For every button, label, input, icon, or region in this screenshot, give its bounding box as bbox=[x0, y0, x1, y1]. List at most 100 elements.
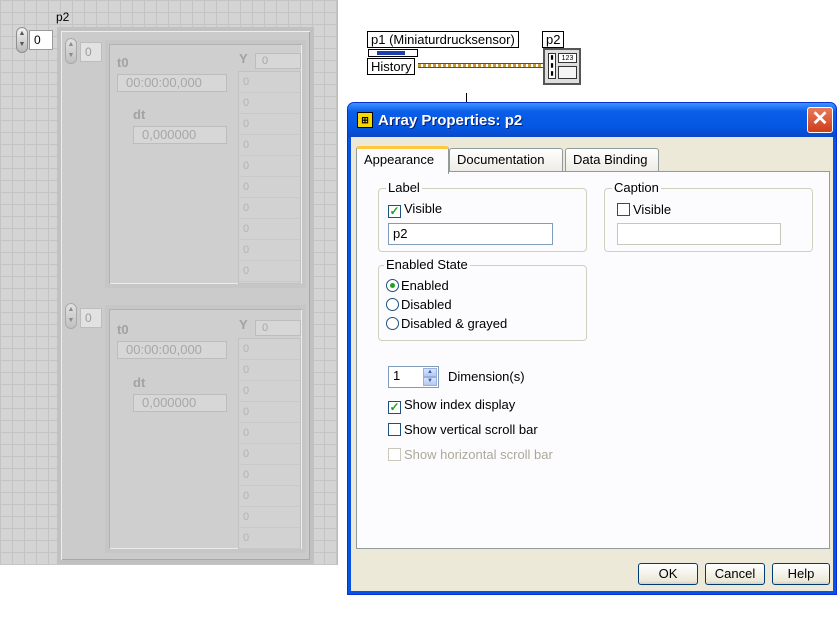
y-cell[interactable]: 0 bbox=[239, 135, 300, 156]
checkmark-icon: ✓ bbox=[388, 400, 401, 414]
y-label-top: Y bbox=[239, 51, 248, 66]
y-cell[interactable]: 0 bbox=[239, 360, 300, 381]
radio-enabled-label: Enabled bbox=[401, 278, 449, 293]
show-index-display-checkbox[interactable]: ✓ Show index display bbox=[388, 397, 516, 414]
checkbox-empty-icon bbox=[617, 203, 630, 216]
inner-index-field-bottom[interactable]: 0 bbox=[80, 308, 102, 328]
y-cell[interactable]: 0 bbox=[239, 177, 300, 198]
radio-unselected-icon bbox=[386, 317, 399, 330]
show-index-display-label: Show index display bbox=[404, 397, 516, 412]
dialog-titlebar[interactable]: ⊞ Array Properties: p2 ✕ bbox=[348, 103, 836, 137]
y-cell[interactable]: 0 bbox=[239, 381, 300, 402]
y-cell[interactable]: 0 bbox=[239, 465, 300, 486]
source-node-label[interactable]: p1 (Miniaturdrucksensor) bbox=[367, 31, 519, 48]
radio-selected-icon bbox=[386, 279, 399, 292]
caption-text-field[interactable] bbox=[617, 223, 781, 245]
property-node-label[interactable]: History bbox=[367, 58, 416, 75]
t0-label-bottom: t0 bbox=[117, 322, 129, 337]
radio-disabled-grayed[interactable]: Disabled & grayed bbox=[386, 316, 507, 332]
y-cell[interactable]: 0 bbox=[239, 156, 300, 177]
caption-group-title: Caption bbox=[612, 180, 661, 196]
tab-appearance[interactable]: Appearance bbox=[356, 146, 449, 174]
show-vertical-scroll-label: Show vertical scroll bar bbox=[404, 422, 538, 437]
close-button[interactable]: ✕ bbox=[807, 107, 833, 133]
tab-documentation[interactable]: Documentation bbox=[449, 148, 563, 172]
y-cell[interactable]: 0 bbox=[239, 423, 300, 444]
labview-icon: ⊞ bbox=[357, 112, 373, 128]
dt-field-bottom[interactable]: 0,000000 bbox=[133, 394, 227, 412]
checkbox-empty-icon bbox=[388, 423, 401, 436]
ok-button[interactable]: OK bbox=[638, 563, 698, 585]
dialog-title: Array Properties: p2 bbox=[378, 112, 523, 129]
y-array-bottom: 0 0 0 0 0 0 0 0 0 0 bbox=[238, 338, 301, 549]
y-index-bottom[interactable]: 0 bbox=[255, 320, 301, 336]
y-array-top: 0 0 0 0 0 0 0 0 0 0 bbox=[238, 71, 301, 284]
show-vertical-scroll-checkbox[interactable]: Show vertical scroll bar bbox=[388, 422, 538, 438]
y-label-bottom: Y bbox=[239, 317, 248, 332]
inner-index-stepper-bottom[interactable]: ▲ ▼ bbox=[65, 303, 77, 329]
spin-down-icon[interactable]: ▼ bbox=[423, 377, 437, 386]
array-properties-dialog: ⊞ Array Properties: p2 ✕ Appearance Docu… bbox=[347, 102, 837, 595]
cancel-button[interactable]: Cancel bbox=[705, 563, 765, 585]
numeric-mini-icon: 123 bbox=[558, 53, 577, 63]
waveform-cluster-top: t0 00:00:00,000 dt 0,000000 Y 0 0 0 0 0 … bbox=[105, 40, 306, 288]
help-button[interactable]: Help bbox=[772, 563, 830, 585]
cluster-mini-icon bbox=[558, 66, 577, 79]
array-terminal-icon[interactable]: ▮ ▮ ▮ 123 bbox=[543, 48, 581, 85]
checkbox-disabled-icon bbox=[388, 448, 401, 461]
caption-visible-checkbox[interactable]: Visible bbox=[617, 202, 671, 218]
y-index-top[interactable]: 0 bbox=[255, 53, 301, 69]
t0-label-top: t0 bbox=[117, 55, 129, 70]
label-text-field[interactable]: p2 bbox=[388, 223, 553, 245]
y-cell[interactable]: 0 bbox=[239, 402, 300, 423]
y-cell[interactable]: 0 bbox=[239, 507, 300, 528]
dialog-client: Appearance Documentation Data Binding La… bbox=[351, 137, 833, 591]
dimensions-spinner[interactable]: 1 ▲ ▼ bbox=[388, 366, 439, 388]
y-cell[interactable]: 0 bbox=[239, 240, 300, 261]
y-cell[interactable]: 0 bbox=[239, 528, 300, 549]
property-node-header[interactable] bbox=[368, 49, 418, 57]
appearance-page: Label ✓ Visible p2 Caption Visible Enable… bbox=[356, 171, 830, 549]
y-cell[interactable]: 0 bbox=[239, 93, 300, 114]
dt-label-bottom: dt bbox=[133, 375, 146, 390]
y-cell[interactable]: 0 bbox=[239, 444, 300, 465]
spin-up-icon[interactable]: ▲ bbox=[423, 368, 437, 377]
waveform-wire[interactable] bbox=[418, 63, 543, 68]
t0-field-top[interactable]: 00:00:00,000 bbox=[117, 74, 227, 92]
caption-group: Caption Visible bbox=[604, 180, 813, 252]
radio-enabled[interactable]: Enabled bbox=[386, 278, 449, 294]
dt-label-top: dt bbox=[133, 107, 146, 122]
waveform-cluster-bottom: t0 00:00:00,000 dt 0,000000 Y 0 0 0 0 0 … bbox=[105, 305, 306, 553]
outer-index-stepper[interactable]: ▲ ▼ bbox=[16, 27, 28, 53]
y-cell[interactable]: 0 bbox=[239, 339, 300, 360]
y-cell[interactable]: 0 bbox=[239, 114, 300, 135]
wire-stub bbox=[466, 93, 467, 102]
dt-field-top[interactable]: 0,000000 bbox=[133, 126, 227, 144]
radio-disabled[interactable]: Disabled bbox=[386, 297, 452, 313]
t0-field-bottom[interactable]: 00:00:00,000 bbox=[117, 341, 227, 359]
y-cell[interactable]: 0 bbox=[239, 72, 300, 93]
radio-unselected-icon bbox=[386, 298, 399, 311]
y-cell[interactable]: 0 bbox=[239, 198, 300, 219]
inner-index-stepper-top[interactable]: ▲ ▼ bbox=[65, 38, 77, 64]
y-cell[interactable]: 0 bbox=[239, 261, 300, 282]
sink-node-label[interactable]: p2 bbox=[542, 31, 565, 48]
y-cell[interactable]: 0 bbox=[239, 219, 300, 240]
label-visible-checkbox[interactable]: ✓ Visible bbox=[388, 201, 442, 218]
label-group: Label ✓ Visible p2 bbox=[378, 180, 587, 252]
show-horizontal-scroll-checkbox[interactable]: Show horizontal scroll bar bbox=[388, 447, 553, 463]
property-node-bar bbox=[377, 51, 405, 55]
enabled-state-title: Enabled State bbox=[384, 257, 470, 273]
dimensions-label: Dimension(s) bbox=[448, 369, 525, 384]
radio-disabled-grayed-label: Disabled & grayed bbox=[401, 316, 508, 331]
dimensions-value: 1 bbox=[393, 368, 401, 383]
outer-index-field[interactable]: 0 bbox=[29, 30, 53, 50]
tab-data-binding[interactable]: Data Binding bbox=[565, 148, 659, 172]
close-icon: ✕ bbox=[811, 108, 829, 130]
index-mini-icon: ▮ ▮ ▮ bbox=[548, 53, 556, 79]
front-panel: p2 ▲ ▼ 0 ▲ ▼ 0 t0 00:00:00,000 dt 0,000000… bbox=[0, 0, 338, 565]
show-horizontal-scroll-label: Show horizontal scroll bar bbox=[404, 447, 553, 462]
y-cell[interactable]: 0 bbox=[239, 486, 300, 507]
inner-index-field-top[interactable]: 0 bbox=[80, 42, 102, 62]
caption-visible-text: Visible bbox=[633, 202, 672, 217]
